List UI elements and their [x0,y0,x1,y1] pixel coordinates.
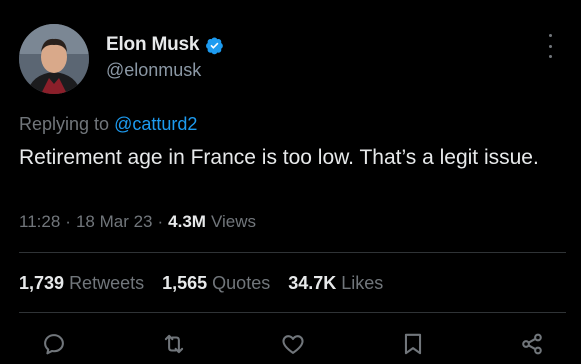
divider [19,312,566,313]
stat-label: Retweets [69,273,145,293]
meta-separator: · [157,212,164,231]
retweet-button[interactable] [158,328,190,360]
author-row[interactable]: Elon Musk [106,34,224,56]
stat-count: 34.7K [288,273,337,293]
author-name[interactable]: Elon Musk [106,34,199,56]
avatar[interactable] [19,24,89,94]
like-icon [282,335,304,354]
replying-to-label: Replying to [19,114,110,134]
stat-label: Quotes [212,273,271,293]
stat-retweets[interactable]: 1,739 Retweets [19,273,144,294]
tweet-text: Retirement age in France is too low. Tha… [19,146,539,169]
reply-button[interactable] [38,328,70,360]
views-label: Views [210,212,257,231]
tweet-detail: Elon Musk @elonmusk Replying to @catturd… [0,0,581,364]
bookmark-icon [404,333,421,355]
replying-to: Replying to @catturd2 [19,114,197,135]
more-options-icon[interactable] [545,34,555,58]
action-bar [38,328,548,360]
tweet-meta: 11:28 · 18 Mar 23 · 4.3M Views [19,212,256,232]
stat-label: Likes [341,273,384,293]
tweet-date[interactable]: 18 Mar 23 [76,212,153,232]
stat-quotes[interactable]: 1,565 Quotes [162,273,270,294]
share-button[interactable] [516,328,548,360]
engagement-stats: 1,739 Retweets 1,565 Quotes 34.7K Likes [19,273,383,294]
like-button[interactable] [277,328,309,360]
stat-count: 1,739 [19,273,65,293]
stat-likes[interactable]: 34.7K Likes [288,273,383,294]
share-icon [522,333,542,355]
author-handle[interactable]: @elonmusk [106,60,201,81]
verified-badge-icon [205,36,224,55]
tweet-time[interactable]: 11:28 [19,212,60,232]
avatar-image [19,24,89,94]
retweet-icon [164,334,183,354]
stat-count: 1,565 [162,273,208,293]
bookmark-button[interactable] [397,328,429,360]
divider [19,252,566,253]
reply-mention-link[interactable]: @catturd2 [114,114,197,134]
reply-icon [44,334,64,355]
meta-separator: · [65,212,71,231]
views-count: 4.3M [168,212,206,231]
